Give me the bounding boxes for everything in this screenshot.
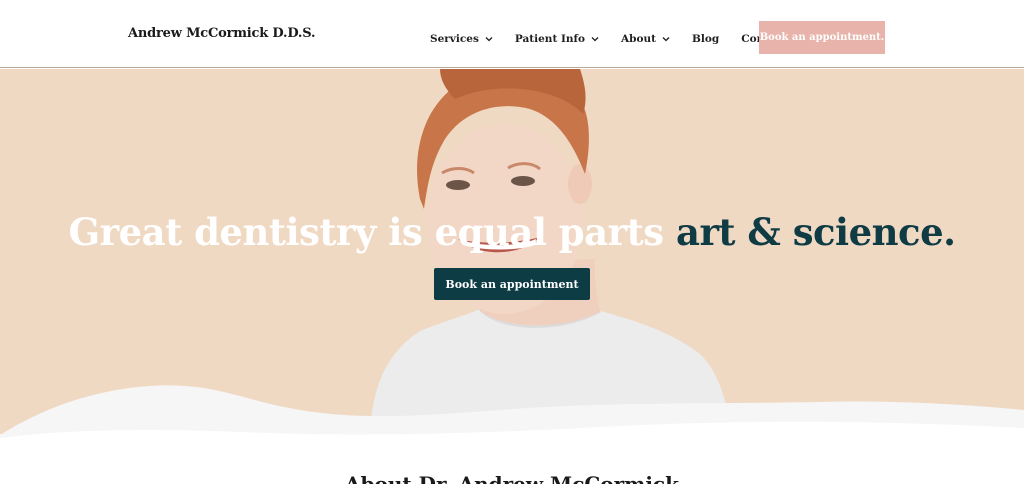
main-nav: Services Patient Info About Blog Contact [430,33,787,45]
nav-item-services[interactable]: Services [430,33,493,45]
book-appointment-header-button[interactable]: Book an appointment. [759,21,885,54]
chevron-down-icon [662,37,670,42]
chevron-down-icon [591,37,599,42]
headline-part-1: Great dentistry is equal parts [68,210,664,254]
nav-item-patient-info[interactable]: Patient Info [515,33,599,45]
about-section-title: About Dr. Andrew McCormick [345,472,679,484]
hero-headline: Great dentistry is equal parts art & sci… [0,210,1024,254]
chevron-down-icon [485,37,493,42]
nav-item-label: Services [430,33,479,45]
book-appointment-hero-button[interactable]: Book an appointment [434,268,590,300]
nav-item-label: Blog [692,33,720,45]
nav-item-label: Patient Info [514,33,586,45]
nav-item-about[interactable]: About [621,33,670,45]
nav-item-label: About [621,33,657,45]
hero-bottom-wave [0,385,1024,440]
headline-part-2: art & science. [675,210,956,254]
site-header: Andrew McCormick D.D.S. Services Patient… [0,0,1024,68]
nav-item-blog[interactable]: Blog [692,33,719,45]
brand-logo[interactable]: Andrew McCormick D.D.S. [128,26,316,41]
